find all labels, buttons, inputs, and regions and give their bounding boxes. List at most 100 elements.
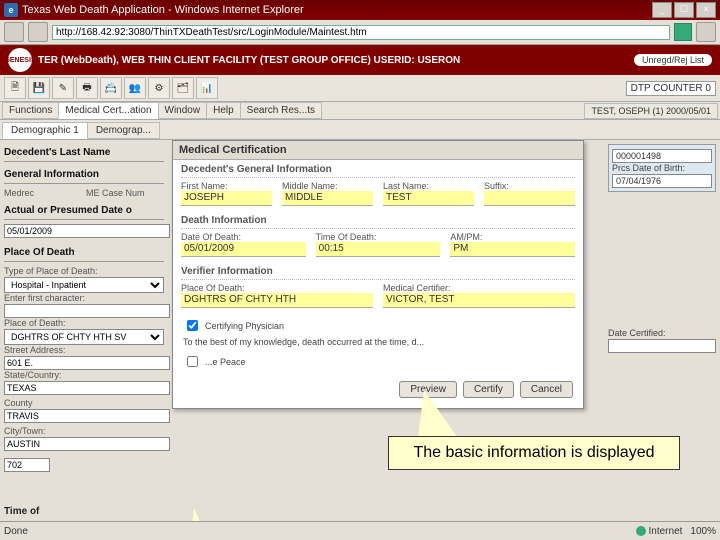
- app-logo: GENESIS: [8, 48, 32, 72]
- right-strip: 000001498 Prcs Date of Birth: 07/04/1976…: [608, 144, 716, 353]
- ampm-label: AM/PM:: [450, 232, 575, 242]
- unreg-button[interactable]: Unregd/Rej List: [634, 54, 712, 66]
- cert-phys-checkbox[interactable]: [187, 320, 198, 331]
- zip-input[interactable]: [4, 458, 50, 472]
- certify-button[interactable]: Certify: [463, 381, 514, 398]
- pod-value: DGHTRS OF CHTY HTH: [181, 293, 373, 308]
- decedent-header: Decedent's Last Name: [4, 144, 164, 162]
- pod-label: Place Of Death:: [181, 283, 373, 293]
- place-death-label: Place of Death:: [4, 318, 164, 328]
- jp-label: ...e Peace: [205, 357, 246, 367]
- close-button[interactable]: ×: [696, 2, 716, 18]
- tod-value: 00:15: [316, 242, 441, 257]
- tool-icon[interactable]: 🗂: [172, 77, 194, 99]
- status-text: Done: [4, 526, 28, 537]
- tod-label: Time Of Death:: [316, 232, 441, 242]
- medrec-label: Medrec: [4, 188, 82, 198]
- url-input[interactable]: [52, 25, 670, 40]
- menu-help[interactable]: Help: [206, 102, 241, 119]
- menu-medcert[interactable]: Medical Cert...ation: [58, 102, 158, 119]
- mc-value: VICTOR, TEST: [383, 293, 575, 308]
- menu-functions[interactable]: Functions: [2, 102, 59, 119]
- presumed-date-input[interactable]: [4, 224, 170, 238]
- mn-value: MIDDLE: [282, 191, 373, 206]
- time-of-label: Time of: [4, 504, 39, 519]
- medical-cert-popup: Medical Certification Decedent's General…: [172, 140, 584, 409]
- content-area: Decedent's Last Name General Information…: [0, 140, 720, 521]
- browser-titlebar: e Texas Web Death Application - Windows …: [0, 0, 720, 20]
- tool-icon[interactable]: 🗎: [4, 77, 26, 99]
- status-bar: Done Internet 100%: [0, 521, 720, 540]
- app-header: GENESIS TER (WebDeath), WEB THIN CLIENT …: [0, 45, 720, 75]
- go-button[interactable]: [674, 23, 692, 41]
- maximize-button[interactable]: ☐: [674, 2, 694, 18]
- state-input[interactable]: [4, 381, 170, 395]
- tab-demo1[interactable]: Demographic 1: [2, 122, 88, 139]
- sx-label: Suffix:: [484, 181, 575, 191]
- callout-basic-info: The basic information is displayed: [388, 436, 680, 470]
- state-label: State/Country:: [4, 370, 164, 380]
- left-form: Decedent's Last Name General Information…: [4, 144, 164, 472]
- hospital-select[interactable]: Hospital - Inpatient: [4, 277, 164, 293]
- tool-icon[interactable]: 📇: [100, 77, 122, 99]
- city-input[interactable]: [4, 437, 170, 451]
- window-title: Texas Web Death Application - Windows In…: [22, 4, 652, 16]
- general-header: General Information: [4, 166, 164, 184]
- enter-first-label: Enter first character:: [4, 293, 164, 303]
- zoom-level[interactable]: 100%: [690, 526, 716, 537]
- callout-tail: [188, 508, 220, 521]
- tool-icon[interactable]: 💾: [28, 77, 50, 99]
- fn-label: First Name:: [181, 181, 272, 191]
- place-death-select[interactable]: DGHTRS OF CHTY HTH SV: [4, 329, 164, 345]
- street-input[interactable]: [4, 356, 170, 370]
- street-label: Street Address:: [4, 345, 164, 355]
- menu-search[interactable]: Search Res...ts: [240, 102, 322, 119]
- mn-label: Middle Name:: [282, 181, 373, 191]
- cancel-button[interactable]: Cancel: [520, 381, 573, 398]
- tool-icon[interactable]: 👥: [124, 77, 146, 99]
- date-cert-value: [608, 339, 716, 353]
- back-button[interactable]: [4, 22, 24, 42]
- cert-section: Certifying Physician To the best of my k…: [173, 313, 583, 377]
- grp-general: Decedent's General Information: [181, 164, 575, 178]
- county-input[interactable]: [4, 409, 170, 423]
- first-char-input[interactable]: [4, 304, 170, 318]
- tab-demo2[interactable]: Demograp...: [87, 122, 160, 139]
- ref-value: 000001498: [612, 149, 712, 163]
- mc-label: Medical Certifier:: [383, 283, 575, 293]
- ampm-value: PM: [450, 242, 575, 257]
- mecase-label: ME Case Num: [86, 188, 164, 198]
- user-label: TEST, OSEPH (1) 2000/05/01: [584, 103, 718, 119]
- county-label: County: [4, 398, 164, 408]
- tool-icon[interactable]: ⚙: [148, 77, 170, 99]
- birth-value: 07/04/1976: [612, 174, 712, 188]
- jp-checkbox[interactable]: [187, 356, 198, 367]
- ref-box: 000001498 Prcs Date of Birth: 07/04/1976: [608, 144, 716, 192]
- grp-verifier: Verifier Information: [181, 266, 575, 280]
- app-title: TER (WebDeath), WEB THIN CLIENT FACILITY…: [38, 55, 634, 66]
- ln-label: Last Name:: [383, 181, 474, 191]
- minimize-button[interactable]: _: [652, 2, 672, 18]
- sx-value: [484, 191, 575, 206]
- forward-button[interactable]: [28, 22, 48, 42]
- callout-tail: [418, 390, 458, 438]
- birth-label: Prcs Date of Birth:: [612, 163, 685, 173]
- city-label: City/Town:: [4, 426, 164, 436]
- security-zone: Internet: [636, 526, 683, 537]
- toolbar: 🗎 💾 ✎ 🖶 📇 👥 ⚙ 🗂 📊 DTP COUNTER 0: [0, 75, 720, 102]
- menu-bar: Functions Medical Cert...ation Window He…: [0, 102, 720, 120]
- type-place-label: Type of Place of Death:: [4, 266, 164, 276]
- tool-icon[interactable]: ✎: [52, 77, 74, 99]
- ln-value: TEST: [383, 191, 474, 206]
- popup-buttons: Preview Certify Cancel: [173, 377, 583, 402]
- home-button[interactable]: [696, 22, 716, 42]
- tool-icon[interactable]: 📊: [196, 77, 218, 99]
- dtp-counter: DTP COUNTER 0: [626, 81, 716, 96]
- menu-window[interactable]: Window: [158, 102, 208, 119]
- dod-value: 05/01/2009: [181, 242, 306, 257]
- tool-icon[interactable]: 🖶: [76, 77, 98, 99]
- cert-statement: To the best of my knowledge, death occur…: [183, 337, 573, 347]
- presumed-header: Actual or Presumed Date o: [4, 202, 164, 220]
- globe-icon: [636, 526, 646, 536]
- ie-icon: e: [4, 3, 18, 17]
